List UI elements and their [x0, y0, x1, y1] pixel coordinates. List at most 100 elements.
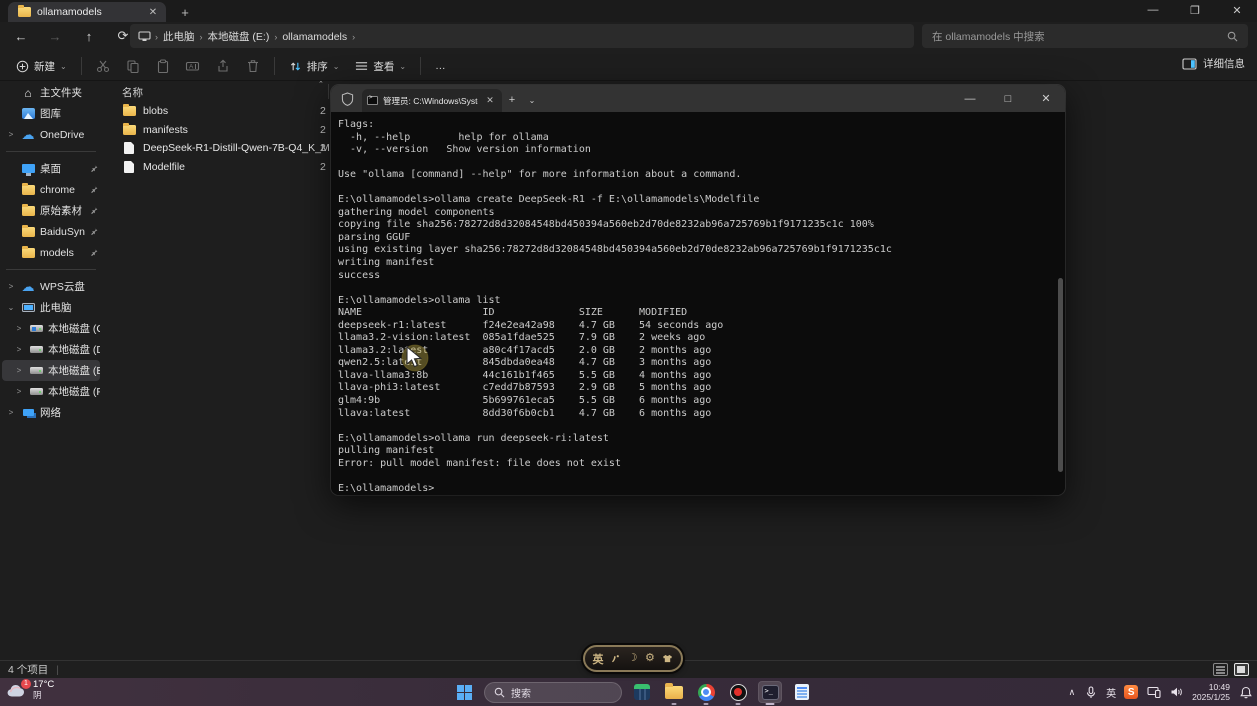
- tray-time: 10:49: [1209, 682, 1230, 692]
- sidebar-item--c-[interactable]: >本地磁盘 (C:): [2, 318, 100, 339]
- weather-widget[interactable]: 1 17°C 阴: [6, 679, 54, 701]
- sidebar-item--[interactable]: 原始素材: [2, 200, 100, 221]
- expand-chevron-icon[interactable]: >: [14, 366, 24, 375]
- terminal-tab[interactable]: 管理员: C:\Windows\System32 ✕: [362, 89, 502, 112]
- sidebar-item--[interactable]: ⌄此电脑: [2, 297, 100, 318]
- ime-pen-icon[interactable]: [611, 654, 620, 663]
- delete-button[interactable]: [238, 55, 268, 77]
- breadcrumb[interactable]: ›此电脑›本地磁盘 (E:)›ollamamodels›: [130, 24, 914, 48]
- taskbar-terminal[interactable]: [758, 681, 782, 703]
- paste-button[interactable]: [148, 55, 178, 77]
- expand-chevron-icon[interactable]: >: [14, 345, 24, 354]
- expand-chevron-icon[interactable]: >: [6, 130, 16, 139]
- ime-settings-icon[interactable]: ⚙: [645, 653, 655, 664]
- sidebar-item--d-[interactable]: >本地磁盘 (D:): [2, 339, 100, 360]
- back-button[interactable]: ←: [8, 25, 34, 47]
- terminal-minimize-button[interactable]: —: [951, 85, 989, 112]
- name-column-header[interactable]: 名称: [104, 85, 143, 100]
- breadcrumb-item[interactable]: ollamamodels: [277, 29, 352, 45]
- sidebar-item-models[interactable]: models: [2, 242, 100, 263]
- sidebar-item-baidusyncdisk[interactable]: BaiduSyncdisk: [2, 221, 100, 242]
- expand-chevron-icon[interactable]: >: [6, 408, 16, 417]
- large-icons-view-toggle-icon[interactable]: [1234, 663, 1249, 676]
- sidebar-item--[interactable]: >网络: [2, 402, 100, 423]
- expand-chevron-icon[interactable]: >: [6, 282, 16, 291]
- terminal-close-button[interactable]: ✕: [1027, 85, 1065, 112]
- terminal-tab-dropdown[interactable]: ⌄: [522, 90, 542, 110]
- taskbar-media-app[interactable]: [630, 681, 654, 703]
- terminal-scrollbar[interactable]: [1058, 278, 1063, 472]
- terminal-icon: [367, 96, 378, 105]
- ime-language-indicator[interactable]: 英: [593, 651, 604, 667]
- pin-icon: [90, 185, 98, 193]
- ime-skin-icon[interactable]: [662, 654, 673, 663]
- sidebar-item-chrome[interactable]: chrome: [2, 179, 100, 200]
- new-tab-button[interactable]: +: [176, 4, 194, 20]
- microphone-icon[interactable]: [1083, 685, 1098, 700]
- taskbar-recorder[interactable]: [726, 681, 750, 703]
- forward-button[interactable]: →: [42, 25, 68, 47]
- sogou-input-icon[interactable]: S: [1124, 685, 1138, 699]
- terminal-maximize-button[interactable]: □: [989, 85, 1027, 112]
- sidebar-item--e-[interactable]: >本地磁盘 (E:): [2, 360, 100, 381]
- rename-button[interactable]: A: [178, 55, 208, 77]
- command-toolbar: 新建 ⌄ A 排序 ⌄ 查看 ⌄ …: [0, 52, 1257, 81]
- search-icon: [1227, 31, 1238, 42]
- file-name: blobs: [143, 105, 168, 117]
- taskbar-search-box[interactable]: 搜索: [484, 682, 622, 703]
- terminal-content-area[interactable]: Flags: -h, --help help for ollama -v, --…: [331, 112, 1065, 495]
- start-button[interactable]: [452, 681, 476, 703]
- breadcrumb-item[interactable]: 本地磁盘 (E:): [203, 29, 275, 45]
- taskbar: 1 17°C 阴 搜索 ∧: [0, 678, 1257, 706]
- copy-button[interactable]: [118, 55, 148, 77]
- sidebar-item-onedrive[interactable]: >☁OneDrive: [2, 124, 100, 145]
- expand-chevron-icon[interactable]: >: [14, 387, 24, 396]
- up-button[interactable]: ↑: [76, 25, 102, 47]
- breadcrumb-item[interactable]: 此电脑: [158, 29, 200, 45]
- ime-toolbar[interactable]: 英 ☽ ⚙: [583, 645, 683, 672]
- details-pane-toggle[interactable]: 详细信息: [1182, 56, 1245, 71]
- pin-icon: [90, 227, 98, 235]
- sidebar-item--[interactable]: 图库: [2, 103, 100, 124]
- details-view-toggle-icon[interactable]: [1213, 663, 1228, 676]
- expand-chevron-icon[interactable]: ⌄: [6, 303, 16, 312]
- sidebar-item--[interactable]: 桌面: [2, 158, 100, 179]
- explorer-tab[interactable]: ollamamodels ✕: [8, 2, 166, 22]
- window-close-button[interactable]: ✕: [1217, 0, 1257, 20]
- cast-icon[interactable]: [1146, 685, 1161, 700]
- speaker-icon[interactable]: [1169, 685, 1184, 700]
- taskbar-chrome[interactable]: [694, 681, 718, 703]
- notification-bell-icon[interactable]: [1238, 685, 1253, 700]
- more-options-button[interactable]: …: [427, 56, 454, 76]
- tray-ime-indicator[interactable]: 英: [1106, 685, 1116, 700]
- file-icon: [122, 141, 136, 155]
- plus-circle-icon: [16, 60, 29, 73]
- sort-button[interactable]: 排序 ⌄: [281, 55, 348, 78]
- terminal-tab-close-icon[interactable]: ✕: [483, 94, 497, 108]
- sidebar-item-wps-[interactable]: >☁WPS云盘: [2, 276, 100, 297]
- ime-moon-icon[interactable]: ☽: [628, 653, 638, 664]
- navigation-sidebar: ⌂主文件夹图库>☁OneDrive 桌面chrome 原始素材 BaiduSyncdi…: [0, 82, 102, 660]
- expand-chevron-icon[interactable]: >: [14, 324, 24, 333]
- tray-expand-icon[interactable]: ∧: [1069, 687, 1076, 698]
- search-box[interactable]: 在 ollamamodels 中搜索: [922, 24, 1248, 48]
- sidebar-item--f-[interactable]: >本地磁盘 (F:): [2, 381, 100, 402]
- window-restore-button[interactable]: ❐: [1175, 0, 1215, 20]
- taskbar-notepad[interactable]: [790, 681, 814, 703]
- taskbar-search-label: 搜索: [511, 685, 531, 700]
- share-button[interactable]: [208, 55, 238, 77]
- tab-close-icon[interactable]: ✕: [146, 5, 160, 19]
- sidebar-item--[interactable]: ⌂主文件夹: [2, 82, 100, 103]
- taskbar-file-explorer[interactable]: [662, 681, 686, 703]
- cut-button[interactable]: [88, 55, 118, 77]
- terminal-new-tab-button[interactable]: +: [502, 90, 522, 110]
- view-button[interactable]: 查看 ⌄: [347, 55, 414, 78]
- details-pane-icon: [1182, 58, 1197, 70]
- terminal-title-bar[interactable]: 管理员: C:\Windows\System32 ✕ + ⌄ — □ ✕: [331, 85, 1065, 112]
- pin-icon: [90, 164, 98, 172]
- clock[interactable]: 10:49 2025/1/25: [1192, 682, 1230, 702]
- terminal-output[interactable]: Flags: -h, --help help for ollama -v, --…: [338, 119, 892, 495]
- new-button[interactable]: 新建 ⌄: [8, 55, 75, 78]
- window-minimize-button[interactable]: —: [1133, 0, 1173, 20]
- sidebar-item-label: 原始素材: [40, 203, 85, 218]
